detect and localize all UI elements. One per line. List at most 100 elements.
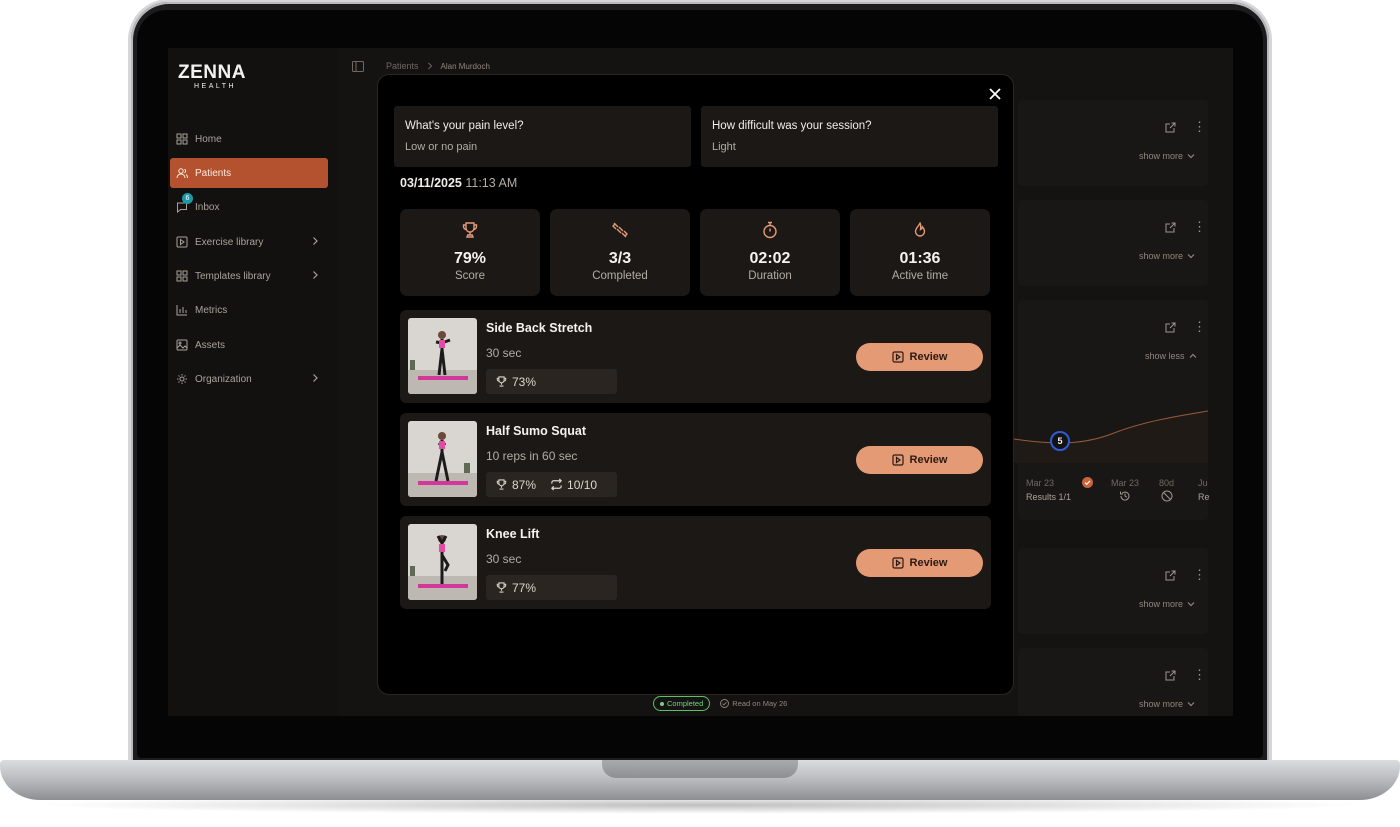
- trophy-icon: [496, 479, 507, 490]
- sidebar-item-inbox[interactable]: 6 Inbox: [170, 192, 328, 222]
- show-more-label: show more: [1139, 151, 1184, 161]
- duration-stat: 02:02 Duration: [700, 209, 840, 296]
- progress-graph: [1014, 410, 1208, 463]
- status-dot: [660, 701, 664, 706]
- sidebar-item-label: Templates library: [195, 270, 271, 282]
- exercise-figure-image: [408, 524, 477, 600]
- graph-fill: [1014, 411, 1208, 463]
- sidebar: ZENNA HEALTH Home Patients 6 Inbox Exerc…: [168, 48, 338, 716]
- more-options-icon[interactable]: ⋮: [1193, 320, 1206, 333]
- sidebar-item-exercise-library[interactable]: Exercise library: [170, 227, 328, 257]
- reps-value: 10/10: [567, 477, 598, 492]
- review-button[interactable]: Review: [856, 343, 983, 371]
- review-button[interactable]: Review: [856, 549, 983, 577]
- stat-label: Duration: [748, 270, 792, 282]
- breadcrumb-root[interactable]: Patients: [386, 61, 419, 71]
- sidebar-item-patients[interactable]: Patients: [170, 158, 328, 188]
- sidebar-item-label: Home: [195, 133, 222, 145]
- repeat-icon: [551, 478, 563, 491]
- block-icon[interactable]: [1161, 490, 1173, 502]
- breadcrumb: Patients Alan Murdoch: [386, 61, 490, 71]
- score-stat: 79% Score: [400, 209, 540, 296]
- sidebar-item-label: Organization: [195, 373, 252, 385]
- play-square-icon: [176, 236, 188, 248]
- exercise-item: Knee Lift 30 sec 77% Review: [400, 516, 991, 609]
- external-link-icon[interactable]: [1165, 122, 1176, 133]
- exercise-title: Side Back Stretch: [486, 321, 593, 335]
- show-more-button[interactable]: show more: [1139, 151, 1195, 161]
- graph-axis-label: 80d: [1159, 478, 1175, 488]
- stat-label: Active time: [891, 270, 949, 282]
- graph-results: Results 1/1: [1026, 492, 1072, 502]
- answer-text: Light: [712, 141, 736, 153]
- graph-node[interactable]: 5: [1050, 431, 1070, 451]
- grid-icon: [176, 270, 188, 282]
- chevron-down-icon: [1187, 154, 1195, 159]
- sidebar-item-label: Inbox: [195, 201, 220, 213]
- more-options-icon[interactable]: ⋮: [1193, 568, 1206, 581]
- sidebar-item-metrics[interactable]: Metrics: [170, 295, 328, 325]
- more-options-icon[interactable]: ⋮: [1193, 220, 1206, 233]
- chevron-right-icon: [427, 62, 432, 70]
- summary-card: ⋮ show more: [1018, 648, 1208, 716]
- chevron-right-icon: [313, 271, 318, 279]
- exercise-thumbnail[interactable]: [408, 421, 477, 497]
- chevron-up-icon: [1189, 353, 1196, 358]
- logo-sub: HEALTH: [194, 83, 237, 90]
- show-more-button[interactable]: show more: [1139, 251, 1195, 261]
- stat-label: Completed: [592, 270, 648, 282]
- play-square-icon: [891, 351, 904, 363]
- session-time: 11:13 AM: [465, 176, 518, 190]
- logo: ZENNA HEALTH: [178, 62, 246, 90]
- show-more-button[interactable]: show more: [1139, 699, 1195, 709]
- show-less-button[interactable]: show less: [1145, 351, 1197, 361]
- exercise-thumbnail[interactable]: [408, 524, 477, 600]
- exercise-duration: 30 sec: [486, 346, 522, 360]
- external-link-icon[interactable]: [1165, 670, 1176, 681]
- show-more-label: show more: [1139, 251, 1184, 261]
- external-link-icon[interactable]: [1165, 570, 1176, 581]
- trophy-icon: [496, 582, 507, 593]
- exercise-item: Half Sumo Squat 10 reps in 60 sec 87% 10…: [400, 413, 991, 506]
- grid-icon: [176, 133, 188, 145]
- stat-value: 02:02: [749, 250, 791, 267]
- gear-icon: [177, 374, 187, 384]
- exercise-thumbnail[interactable]: [408, 318, 477, 394]
- sidebar-item-home[interactable]: Home: [170, 124, 328, 154]
- exercise-duration: 10 reps in 60 sec: [486, 449, 578, 463]
- summary-card: ⋮ show more: [1018, 200, 1208, 286]
- more-options-icon[interactable]: ⋮: [1193, 120, 1206, 133]
- external-link-icon[interactable]: [1165, 222, 1176, 233]
- session-status: Completed Read on May 26: [653, 696, 787, 711]
- sidebar-item-label: Assets: [195, 339, 226, 351]
- history-icon[interactable]: [1119, 490, 1131, 502]
- sidebar-item-organization[interactable]: Organization: [170, 364, 328, 394]
- exercise-metrics: 77%: [486, 575, 617, 600]
- inbox-badge: 6: [182, 193, 193, 204]
- exercise-score: 87%: [495, 478, 536, 492]
- check-circle-icon: [720, 699, 730, 708]
- play-square-icon: [891, 454, 904, 466]
- exercise-metrics: 87% 10/10: [486, 472, 617, 497]
- sidebar-item-templates-library[interactable]: Templates library: [170, 261, 328, 291]
- more-options-icon[interactable]: ⋮: [1193, 668, 1206, 681]
- review-button[interactable]: Review: [856, 446, 983, 474]
- sidebar-item-assets[interactable]: Assets: [170, 330, 328, 360]
- sidebar-item-label: Metrics: [195, 304, 228, 316]
- score-value: 77%: [512, 580, 537, 595]
- completed-label: Completed: [667, 699, 704, 708]
- laptop-notch: [602, 760, 798, 778]
- close-icon[interactable]: [987, 86, 1003, 102]
- chevron-right-icon: [313, 374, 318, 382]
- flame-icon: [914, 222, 926, 237]
- graph-axis-label: Ju: [1198, 478, 1208, 488]
- exercise-figure-image: [408, 318, 477, 394]
- image-icon: [176, 339, 188, 351]
- stat-label: Score: [454, 270, 486, 282]
- difficulty-card: How difficult was your session? Light: [701, 106, 998, 167]
- sidebar-toggle-icon[interactable]: [352, 61, 364, 72]
- show-more-button[interactable]: show more: [1139, 599, 1195, 609]
- external-link-icon[interactable]: [1165, 322, 1176, 333]
- exercise-score: 73%: [495, 375, 536, 389]
- trophy-icon: [462, 222, 478, 238]
